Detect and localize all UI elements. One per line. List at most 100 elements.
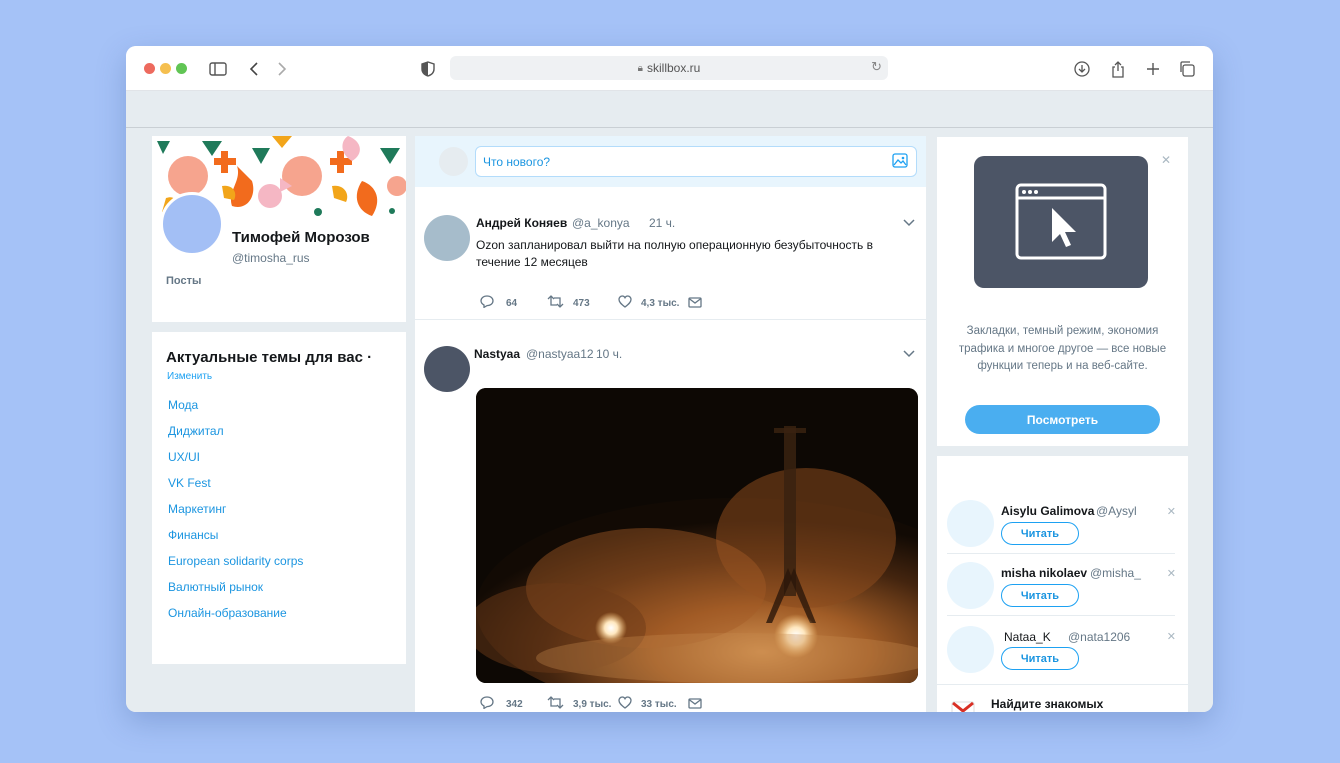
retweet-icon — [547, 295, 564, 311]
reload-icon[interactable]: ↻ — [871, 59, 882, 75]
maximize-window-button[interactable] — [176, 63, 187, 74]
sidebar-toggle-icon[interactable] — [207, 58, 229, 80]
profile-handle[interactable]: @timosha_rus — [232, 251, 310, 265]
trend-item[interactable]: Мода — [168, 398, 198, 412]
timeline: Что нового? Андрей Коняев @a_konya 21 ч.… — [415, 136, 926, 712]
follow-button[interactable]: Читать — [1001, 647, 1079, 670]
follow-avatar[interactable] — [947, 562, 994, 609]
privacy-shield-icon[interactable] — [417, 58, 439, 80]
compose-avatar — [439, 147, 468, 176]
trend-item[interactable]: VK Fest — [168, 476, 211, 490]
compose-input[interactable]: Что нового? — [475, 146, 917, 177]
compose-box: Что нового? — [415, 136, 926, 187]
dismiss-icon[interactable]: ✕ — [1167, 567, 1176, 580]
tweet-avatar[interactable] — [424, 346, 470, 392]
profile-avatar[interactable] — [160, 192, 224, 256]
direct-message-button[interactable] — [688, 696, 702, 712]
browser-toolbar: 🔒︎ skillbox.ru ↻ — [126, 46, 1213, 91]
follow-divider — [937, 684, 1188, 685]
chevron-down-icon[interactable] — [903, 218, 915, 230]
chevron-down-icon[interactable] — [903, 349, 915, 361]
follow-handle[interactable]: @misha_ — [1090, 566, 1141, 580]
profile-card: Тимофей Морозов @timosha_rus Посты — [152, 136, 406, 322]
like-count: 33 тыс. — [641, 698, 677, 710]
retweet-icon — [547, 696, 564, 712]
reply-button[interactable]: 342 — [480, 696, 523, 712]
heart-icon — [618, 696, 632, 712]
dismiss-icon[interactable]: ✕ — [1167, 630, 1176, 643]
close-icon[interactable]: ✕ — [1161, 153, 1171, 167]
browser-window: 🔒︎ skillbox.ru ↻ Тимофей Морозов @timosh… — [126, 46, 1213, 712]
follow-name[interactable]: misha nikolaev — [1001, 566, 1087, 580]
browser-cursor-illustration — [974, 156, 1148, 288]
tweet-divider — [415, 319, 926, 320]
address-bar[interactable]: 🔒︎ skillbox.ru ↻ — [450, 56, 888, 80]
trend-item[interactable]: UX/UI — [168, 450, 200, 464]
trend-item[interactable]: Онлайн-образование — [168, 606, 287, 620]
find-friends-label[interactable]: Найдите знакомых — [991, 697, 1103, 711]
follow-avatar[interactable] — [947, 626, 994, 673]
new-tab-icon[interactable] — [1142, 58, 1164, 80]
trends-change-link[interactable]: Изменить — [167, 371, 212, 382]
lock-icon: 🔒︎ — [637, 62, 643, 74]
retweet-button[interactable]: 473 — [547, 295, 590, 311]
trend-item[interactable]: Валютный рынок — [168, 580, 263, 594]
heart-icon — [618, 295, 632, 311]
follow-name[interactable]: Aisylu Galimova — [1001, 504, 1094, 518]
forward-icon[interactable] — [271, 58, 293, 80]
envelope-icon — [688, 295, 702, 311]
back-icon[interactable] — [243, 58, 265, 80]
follow-handle[interactable]: @nata1206 — [1068, 630, 1130, 644]
follow-divider — [947, 553, 1175, 554]
tabs-overview-icon[interactable] — [1176, 58, 1198, 80]
follow-handle[interactable]: @Aysyl — [1096, 504, 1137, 518]
tweet-avatar[interactable] — [424, 215, 470, 261]
tweet-author-handle[interactable]: @nastyaa12 — [526, 347, 594, 361]
image-upload-icon[interactable] — [892, 153, 908, 172]
follow-avatar[interactable] — [947, 500, 994, 547]
url-text: skillbox.ru — [646, 61, 701, 75]
reply-icon — [480, 696, 494, 712]
profile-name[interactable]: Тимофей Морозов — [232, 229, 370, 246]
tweet-author-handle[interactable]: @a_konya — [572, 216, 630, 230]
tweet-author-name[interactable]: Nastyaa — [474, 347, 520, 361]
tweet-text: Ozon запланировал выйти на полную операц… — [476, 238, 873, 269]
download-icon[interactable] — [1071, 58, 1093, 80]
promo-card: ✕ Закладки, темный режим, экономия трафи… — [937, 137, 1188, 446]
gmail-icon — [951, 699, 975, 712]
like-count: 4,3 тыс. — [641, 297, 680, 309]
trend-item[interactable]: European solidarity corps — [168, 554, 303, 568]
tweet-time[interactable]: 10 ч. — [596, 347, 622, 361]
like-button[interactable]: 33 тыс. — [618, 696, 677, 712]
trends-title: Актуальные темы для вас · — [166, 349, 373, 366]
reply-icon — [480, 295, 494, 311]
page-content: Тимофей Морозов @timosha_rus Посты Актуа… — [126, 129, 1213, 712]
follow-divider — [947, 615, 1175, 616]
direct-message-button[interactable] — [688, 295, 702, 311]
reply-button[interactable]: 64 — [480, 295, 517, 311]
promo-text: Закладки, темный режим, экономия трафика… — [958, 325, 1167, 372]
tweet-media-image[interactable] — [476, 388, 918, 683]
reply-count: 64 — [506, 297, 518, 309]
follow-button[interactable]: Читать — [1001, 522, 1079, 545]
trends-card: Актуальные темы для вас · Изменить Мода … — [152, 332, 406, 664]
trend-item[interactable]: Маркетинг — [168, 502, 226, 516]
retweet-count: 3,9 тыс. — [573, 698, 612, 710]
tweet-author-name[interactable]: Андрей Коняев — [476, 216, 567, 230]
share-icon[interactable] — [1107, 58, 1129, 80]
reply-count: 342 — [506, 698, 523, 710]
compose-placeholder: Что нового? — [483, 155, 551, 169]
like-button[interactable]: 4,3 тыс. — [618, 295, 679, 311]
trend-item[interactable]: Диджитал — [168, 424, 224, 438]
dismiss-icon[interactable]: ✕ — [1167, 505, 1176, 518]
retweet-button[interactable]: 3,9 тыс. — [547, 696, 611, 712]
follow-name[interactable]: Nataa_K — [1004, 630, 1051, 644]
who-to-follow-card: Aisylu Galimova @Aysyl ✕ Читать misha ni… — [937, 456, 1188, 712]
close-window-button[interactable] — [144, 63, 155, 74]
tweet-time[interactable]: 21 ч. — [649, 216, 675, 230]
posts-label[interactable]: Посты — [166, 275, 201, 287]
minimize-window-button[interactable] — [160, 63, 171, 74]
trend-item[interactable]: Финансы — [168, 528, 218, 542]
follow-button[interactable]: Читать — [1001, 584, 1079, 607]
promo-view-button[interactable]: Посмотреть — [965, 405, 1160, 434]
